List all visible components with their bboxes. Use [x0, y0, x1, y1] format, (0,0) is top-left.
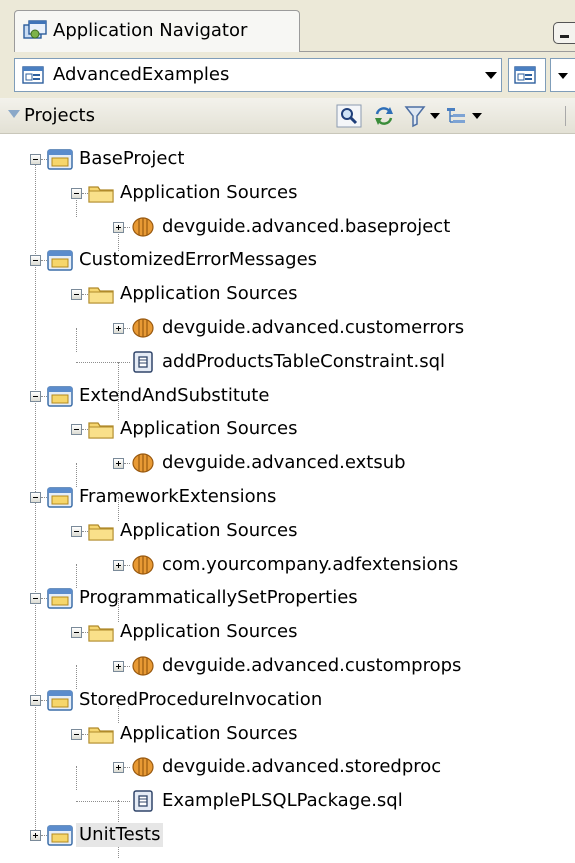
- tree-node-label[interactable]: Application Sources: [120, 417, 298, 441]
- tree-node-label[interactable]: devguide.advanced.extsub: [162, 451, 406, 475]
- tree-connector: [76, 361, 130, 363]
- navigator-tab-strip: Application Navigator: [0, 0, 575, 52]
- collapse-toggle-icon[interactable]: [30, 255, 41, 267]
- tree-node-label[interactable]: devguide.advanced.customprops: [162, 654, 461, 678]
- expand-toggle-icon[interactable]: [113, 762, 124, 774]
- tree-connector: [76, 665, 77, 689]
- collapse-toggle-icon[interactable]: [71, 289, 82, 301]
- package-icon: [130, 452, 156, 479]
- tree-node-label[interactable]: addProductsTableConstraint.sql: [162, 350, 445, 374]
- dropdown-arrow-icon: [485, 72, 497, 79]
- application-menu-dropdown[interactable]: [550, 58, 575, 92]
- application-workspace-icon: [22, 66, 44, 84]
- sort-options-icon[interactable]: [444, 104, 470, 128]
- package-icon: [130, 554, 156, 581]
- tree-connector: [76, 564, 77, 588]
- collapse-toggle-icon[interactable]: [30, 390, 41, 402]
- application-dropdown[interactable]: AdvancedExamples: [14, 58, 502, 92]
- toolbar-separator: [565, 106, 566, 126]
- refresh-icon[interactable]: [371, 104, 397, 128]
- collapse-toggle-icon[interactable]: [71, 525, 82, 537]
- collapse-toggle-icon[interactable]: [71, 187, 82, 199]
- tree-node-label[interactable]: devguide.advanced.storedproc: [162, 755, 441, 779]
- folder-icon: [88, 283, 114, 310]
- expand-toggle-icon[interactable]: [113, 559, 124, 571]
- tab-title: Application Navigator: [53, 20, 248, 41]
- folder-icon: [88, 418, 114, 445]
- tab-application-navigator[interactable]: Application Navigator: [14, 10, 300, 52]
- tree-connector: [76, 766, 77, 790]
- project-folder-icon: [47, 824, 73, 851]
- tree-node-label[interactable]: devguide.advanced.customerrors: [162, 316, 464, 340]
- application-workspace-icon: [514, 66, 536, 84]
- tree-node-label[interactable]: Application Sources: [120, 519, 298, 543]
- application-navigator-icon: [23, 20, 47, 39]
- tree-node-label[interactable]: com.yourcompany.adfextensions: [162, 553, 458, 577]
- folder-icon: [88, 182, 114, 209]
- collapse-toggle-icon[interactable]: [71, 627, 82, 639]
- collapse-toggle-icon[interactable]: [30, 492, 41, 503]
- tree-node-label[interactable]: Application Sources: [120, 181, 298, 205]
- filter-dropdown-arrow-icon[interactable]: [430, 113, 440, 119]
- tree-node-label[interactable]: Application Sources: [120, 722, 298, 746]
- projects-label: Projects: [24, 105, 95, 126]
- project-folder-icon: [47, 148, 73, 175]
- application-selector-bar: AdvancedExamples: [0, 52, 575, 98]
- expand-toggle-icon[interactable]: [113, 458, 124, 470]
- tree-node-label[interactable]: ProgrammaticallySetProperties: [79, 586, 358, 610]
- filter-icon[interactable]: [404, 104, 428, 128]
- tree-node-label[interactable]: Application Sources: [120, 620, 298, 644]
- folder-icon: [88, 520, 114, 547]
- collapse-toggle-icon[interactable]: [30, 154, 41, 165]
- dropdown-arrow-icon: [558, 73, 568, 79]
- search-icon[interactable]: [336, 104, 362, 128]
- project-folder-icon: [47, 486, 73, 513]
- tree-connector: [76, 801, 130, 803]
- collapse-toggle-icon[interactable]: [71, 424, 82, 436]
- project-tree: BaseProject Application Sources devguide.a…: [0, 134, 575, 863]
- project-folder-icon: [47, 587, 73, 614]
- tree-node-label[interactable]: CustomizedErrorMessages: [79, 248, 317, 272]
- tree-node-label[interactable]: UnitTests: [76, 823, 164, 847]
- application-dropdown-value: AdvancedExamples: [53, 64, 230, 85]
- minimize-button[interactable]: [553, 22, 575, 44]
- folder-icon: [88, 621, 114, 648]
- expand-toggle-icon[interactable]: [113, 221, 124, 233]
- tree-connector: [76, 328, 77, 352]
- collapse-toggle-icon[interactable]: [71, 728, 82, 740]
- folder-icon: [88, 723, 114, 750]
- tree-node-label[interactable]: ExtendAndSubstitute: [79, 384, 269, 408]
- expand-toggle-icon[interactable]: [113, 323, 124, 334]
- tree-node-label[interactable]: StoredProcedureInvocation: [79, 688, 322, 712]
- package-icon: [130, 216, 156, 243]
- collapse-triangle-icon[interactable]: [8, 110, 20, 118]
- package-icon: [130, 317, 156, 344]
- tree-node-label[interactable]: Application Sources: [120, 282, 298, 306]
- project-folder-icon: [47, 385, 73, 412]
- tree-node-label[interactable]: BaseProject: [79, 147, 184, 171]
- collapse-toggle-icon[interactable]: [30, 593, 41, 605]
- package-icon: [130, 655, 156, 682]
- tree-node-label[interactable]: ExamplePLSQLPackage.sql: [162, 789, 403, 813]
- project-folder-icon: [47, 689, 73, 716]
- tree-connector: [76, 463, 77, 487]
- expand-toggle-icon[interactable]: [30, 830, 41, 841]
- sql-file-icon: [130, 790, 156, 817]
- project-folder-icon: [47, 249, 73, 276]
- collapse-toggle-icon[interactable]: [30, 694, 41, 706]
- expand-toggle-icon[interactable]: [113, 661, 124, 672]
- application-menu-button[interactable]: [508, 58, 546, 92]
- tree-node-label[interactable]: FrameworkExtensions: [79, 485, 276, 509]
- sort-dropdown-arrow-icon[interactable]: [472, 113, 482, 119]
- tree-node-label[interactable]: devguide.advanced.baseproject: [162, 215, 450, 239]
- projects-toolbar: Projects: [0, 98, 575, 134]
- sql-file-icon: [130, 351, 156, 378]
- package-icon: [130, 756, 156, 783]
